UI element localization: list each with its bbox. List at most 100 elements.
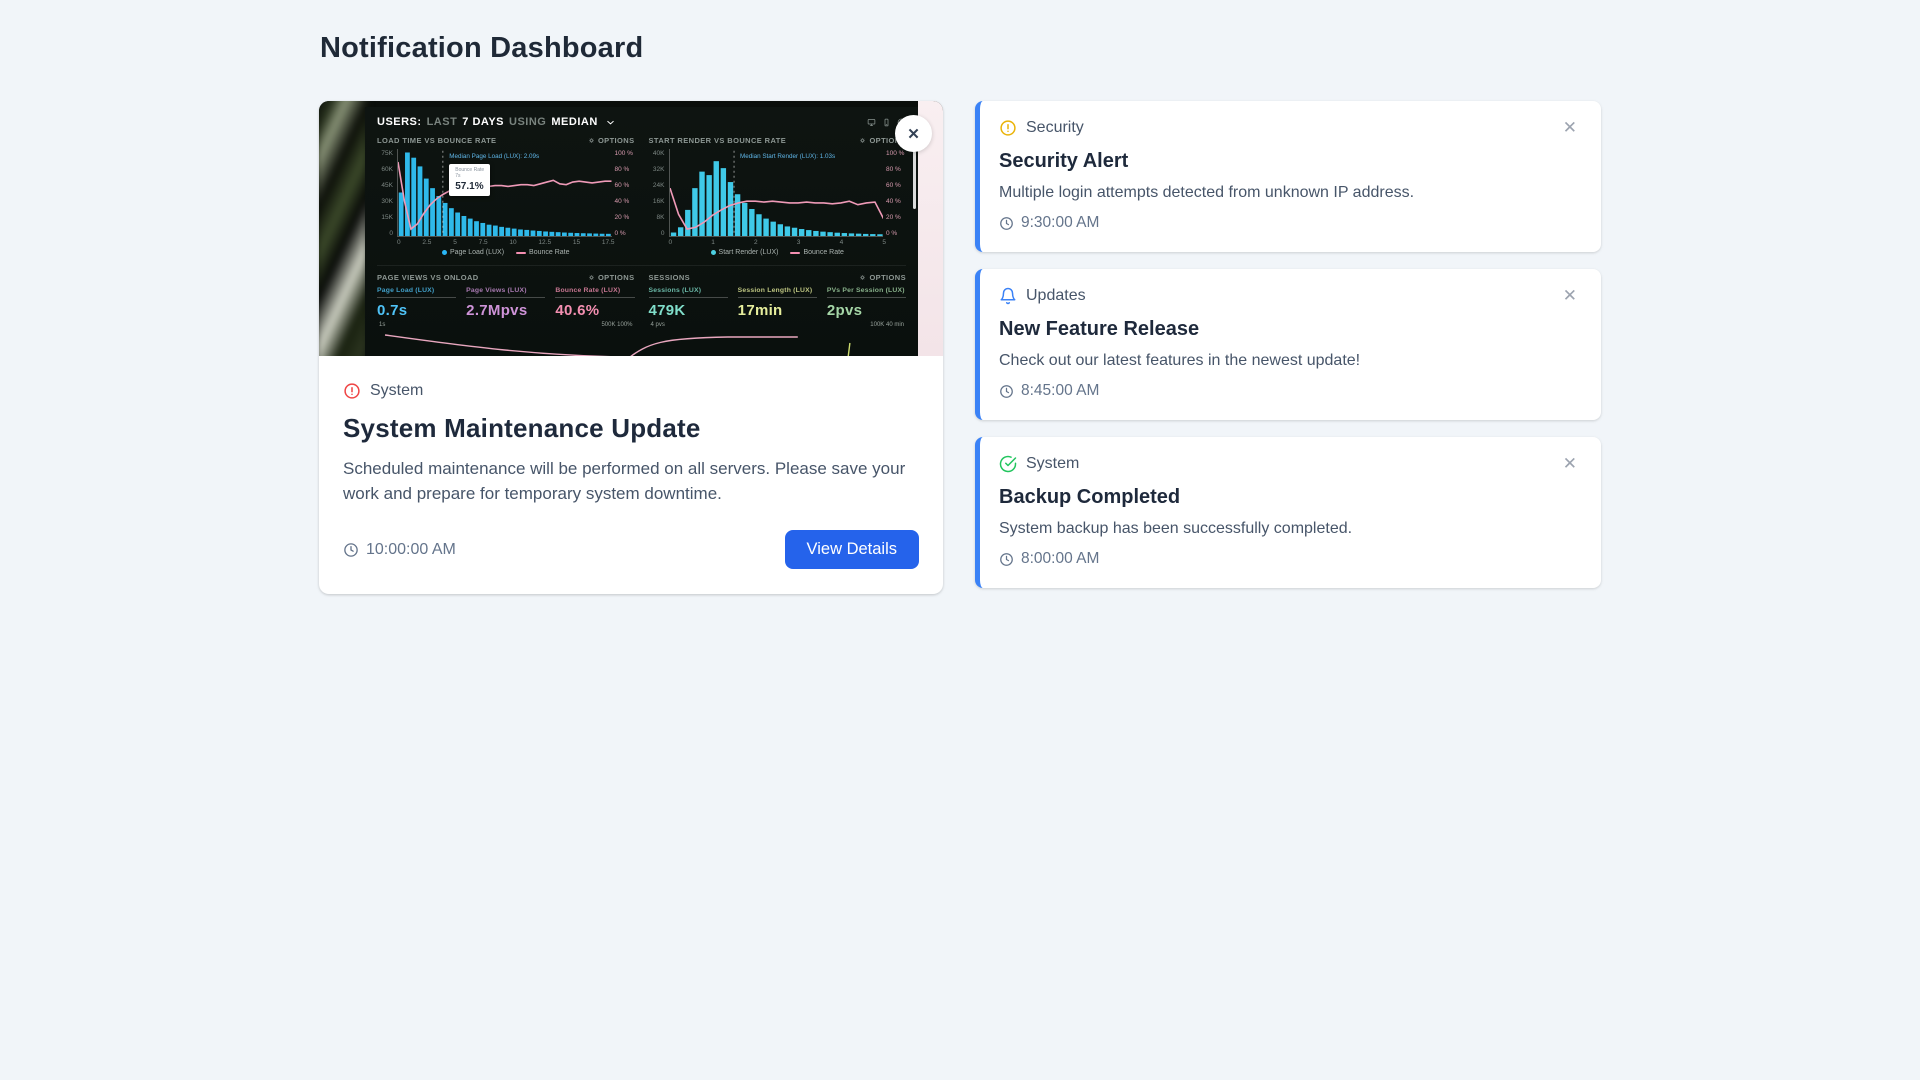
- y-tick: 16K: [652, 198, 665, 205]
- y-tick: 45K: [381, 182, 393, 189]
- stat: Sessions (LUX) 479K: [648, 287, 728, 319]
- category-row: Updates: [999, 287, 1086, 305]
- y-tick: 30K: [381, 198, 393, 205]
- monitor-icon: [867, 118, 876, 127]
- y-tick: 40 %: [886, 198, 901, 205]
- x-tick: 10: [509, 239, 517, 246]
- x-tick: 7.5: [478, 239, 488, 246]
- analytics-header-part: LAST: [426, 116, 458, 128]
- y-axis-left: 40K 32K 24K 16K 8K 0: [649, 149, 666, 237]
- y-tick: 0: [389, 230, 393, 237]
- close-icon[interactable]: ✕: [1563, 455, 1577, 472]
- notification-description: Multiple login attempts detected from un…: [999, 184, 1415, 201]
- stat-label: PVs Per Session (LUX): [826, 287, 907, 298]
- chart-legend: Start Render (LUX) Bounce Rate: [649, 249, 907, 256]
- legend-label: Bounce Rate: [803, 249, 844, 256]
- y-axis-right: 100 % 80 % 60 % 40 % 20 % 0 %: [615, 149, 635, 237]
- x-tick: 12.5: [538, 239, 552, 246]
- analytics-header-part: USERS:: [377, 116, 422, 128]
- stat-columns: Page Load (LUX) 0.7s Page Views (LUX) 2.7Mp…: [377, 287, 635, 319]
- notification-footer: 10:00:00 AM View Details: [343, 530, 919, 570]
- notification-description: System backup has been successfully comp…: [999, 520, 1353, 537]
- chart-panel-header: START RENDER VS BOUNCE RATE OPTIONS: [649, 136, 907, 145]
- x-tick: 17.5: [601, 239, 615, 246]
- y-tick: 75K: [381, 150, 393, 157]
- notification-card: System ✕ Backup Completed System backup …: [975, 437, 1601, 588]
- alert-circle-icon: [999, 119, 1017, 137]
- clock-icon: [999, 216, 1014, 231]
- category-label: Security: [1026, 119, 1084, 136]
- notification-dashboard-page: Notification Dashboard USERS: LAST 7 DAYS U…: [319, 0, 1601, 595]
- gear-icon: [588, 137, 595, 144]
- stat-sublabel-right: 100K 40 min: [870, 322, 904, 328]
- close-icon[interactable]: ✕: [1563, 119, 1577, 136]
- stat-value: 2pvs: [826, 302, 863, 319]
- stat-sublabel-left: 4 pvs: [650, 322, 665, 328]
- analytics-header-part: MEDIAN: [551, 116, 598, 128]
- sparkline-decoration: [384, 334, 851, 356]
- photo-background-left: [319, 101, 368, 356]
- close-icon[interactable]: ✕: [1563, 287, 1577, 304]
- chart-panel: LOAD TIME VS BOUNCE RATE OPTIONS 75K 60K 45K…: [377, 136, 635, 256]
- stat-section-header: SESSIONS OPTIONS: [649, 273, 907, 282]
- legend-dot: [441, 250, 447, 255]
- stat-label: Page Load (LUX): [377, 287, 457, 298]
- stat: Page Views (LUX) 2.7Mpvs: [466, 287, 546, 319]
- category-row: System: [343, 382, 919, 400]
- median-annotation: Median Start Render (LUX): 1.03s: [739, 153, 836, 160]
- analytics-header: USERS: LAST 7 DAYS USING MEDIAN: [377, 116, 906, 128]
- stat-label: Page Views (LUX): [466, 287, 546, 298]
- y-axis-right: 100 % 80 % 60 % 40 % 20 % 0 %: [886, 149, 906, 237]
- stat-label: Session Length (LUX): [737, 287, 817, 298]
- y-tick: 24K: [652, 182, 665, 189]
- y-tick: 60 %: [614, 182, 630, 189]
- timestamp: 10:00:00 AM: [343, 541, 456, 559]
- y-tick: 20 %: [886, 214, 901, 221]
- stat-columns: Sessions (LUX) 479K Session Length (LUX) 17…: [648, 287, 907, 319]
- options-label: OPTIONS: [597, 273, 635, 282]
- timestamp-text: 8:45:00 AM: [1021, 382, 1100, 399]
- timestamp-text: 8:00:00 AM: [1021, 550, 1100, 567]
- legend-item: Bounce Rate: [516, 249, 570, 256]
- y-tick: 80 %: [614, 166, 630, 173]
- chart-panel: START RENDER VS BOUNCE RATE OPTIONS 40K 32K…: [649, 136, 907, 256]
- chart-title: LOAD TIME VS BOUNCE RATE: [377, 136, 497, 145]
- view-details-button[interactable]: View Details: [784, 530, 919, 570]
- stat-label: Bounce Rate (LUX): [555, 287, 635, 298]
- category-label: System: [1026, 455, 1080, 472]
- y-tick: 60K: [381, 166, 393, 173]
- close-button[interactable]: ✕: [895, 115, 932, 152]
- tooltip-value: 57.1%: [455, 180, 484, 192]
- x-tick: 15: [572, 239, 581, 246]
- chart-plot-row: 75K 60K 45K 30K 15K 0 Median Page Load (LUX): …: [377, 149, 635, 237]
- chevron-down-icon: [605, 117, 616, 128]
- y-tick: 40 %: [614, 198, 630, 205]
- x-tick: 4: [839, 239, 844, 246]
- x-tick: 2.5: [422, 239, 432, 246]
- chart-plot: Median Page Load (LUX): 2.09s Bounce Rate…: [397, 149, 612, 237]
- chart-title: START RENDER VS BOUNCE RATE: [648, 136, 787, 145]
- y-tick: 60 %: [886, 182, 901, 189]
- clock-icon: [343, 542, 359, 558]
- legend-item: Bounce Rate: [790, 249, 844, 256]
- mobile-icon: [882, 118, 891, 127]
- stat-section: PAGE VIEWS VS ONLOAD OPTIONS Page Load (LU…: [377, 273, 635, 328]
- y-tick: 32K: [652, 166, 665, 173]
- tooltip-label: Bounce Rate 7s: [455, 166, 485, 180]
- notification-title: Backup Completed: [999, 486, 1181, 508]
- y-tick: 0 %: [886, 230, 898, 237]
- stat: Bounce Rate (LUX) 40.6%: [555, 287, 635, 319]
- y-tick: 100 %: [614, 150, 633, 157]
- x-tick: 0: [397, 239, 401, 246]
- chart-options: OPTIONS: [588, 136, 635, 145]
- y-tick: 80 %: [886, 166, 901, 173]
- chart-panel-header: LOAD TIME VS BOUNCE RATE OPTIONS: [377, 136, 635, 145]
- x-tick: 1: [711, 239, 715, 246]
- stat-label: Sessions (LUX): [648, 287, 728, 298]
- analytics-screen: USERS: LAST 7 DAYS USING MEDIAN LOAD TIME VS…: [365, 107, 918, 356]
- legend-line: [516, 251, 527, 254]
- stat-sublabel-left: 1s: [379, 322, 386, 328]
- legend-dot: [710, 250, 716, 255]
- notification-list: Security ✕ Security Alert Multiple login…: [975, 101, 1601, 588]
- featured-notification-body: System System Maintenance Update Schedul…: [319, 356, 943, 594]
